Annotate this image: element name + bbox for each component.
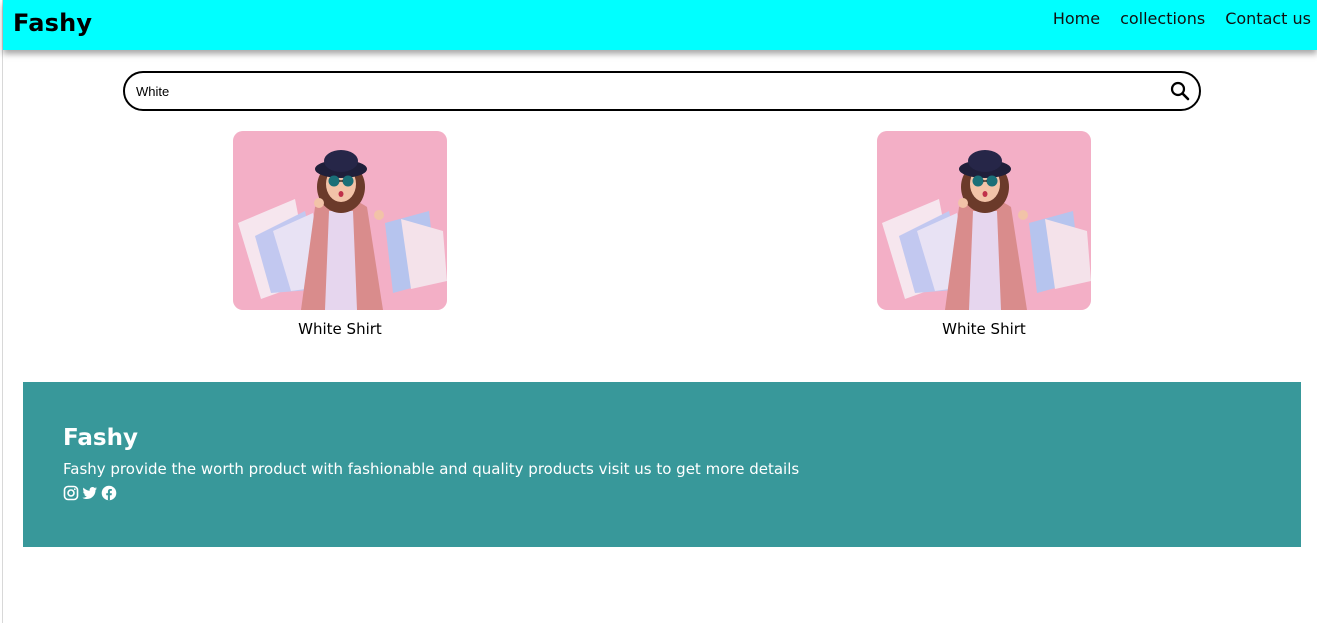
product-title[interactable]: White Shirt <box>877 320 1091 338</box>
twitter-icon[interactable] <box>82 485 98 501</box>
product-card[interactable]: White Shirt <box>233 131 447 338</box>
brand-logo[interactable]: Fashy <box>13 9 92 37</box>
nav-link-contact[interactable]: Contact us <box>1225 9 1311 28</box>
footer: Fashy Fashy provide the worth product wi… <box>23 382 1301 547</box>
facebook-icon[interactable] <box>101 485 117 501</box>
footer-brand: Fashy <box>63 425 138 451</box>
product-image[interactable] <box>877 131 1091 310</box>
product-title[interactable]: White Shirt <box>233 320 447 338</box>
nav-link-collections[interactable]: collections <box>1120 9 1205 28</box>
search-bar <box>123 71 1201 111</box>
page-left-border <box>2 0 3 623</box>
search-icon[interactable] <box>1170 81 1190 101</box>
product-image[interactable] <box>233 131 447 310</box>
search-input[interactable] <box>136 73 1156 109</box>
nav-links: Home collections Contact us <box>1053 9 1311 28</box>
instagram-icon[interactable] <box>63 485 79 501</box>
navbar: Fashy Home collections Contact us <box>3 0 1317 50</box>
product-card[interactable]: White Shirt <box>877 131 1091 338</box>
footer-description: Fashy provide the worth product with fas… <box>63 460 800 478</box>
social-links <box>63 485 117 501</box>
nav-link-home[interactable]: Home <box>1053 9 1100 28</box>
